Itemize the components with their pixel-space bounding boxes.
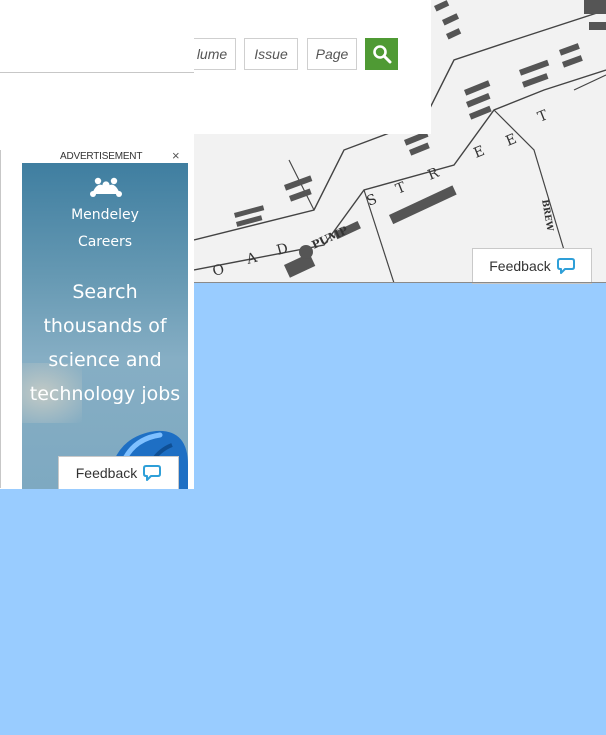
mendeley-logo-icon (90, 177, 122, 197)
volume-input[interactable]: lume (188, 38, 236, 70)
map-label-d: D (275, 241, 290, 259)
divider (194, 282, 606, 283)
map-label-brewery: BREW (539, 199, 555, 233)
divider (0, 72, 194, 73)
speech-bubble-icon (143, 465, 162, 481)
feedback-button[interactable]: Feedback (472, 248, 592, 284)
map-label-e2: E (504, 131, 519, 150)
close-ad-button[interactable]: × (172, 148, 180, 163)
search-icon (372, 45, 391, 64)
ad-headline-line: thousands of (43, 315, 167, 337)
speech-bubble-icon (556, 258, 575, 274)
map-label-e1: E (472, 143, 487, 162)
map-label-t2: T (536, 107, 551, 126)
search-bar: lume Issue Page (188, 0, 431, 134)
divider-vertical (0, 150, 1, 488)
map-label-a: A (244, 250, 260, 269)
advertisement-label: ADVERTISEMENT (60, 151, 143, 162)
ad-headline-line: Search (72, 281, 138, 303)
ad-headline-line: technology jobs (29, 383, 181, 405)
map-label-r: R (426, 165, 442, 184)
ad-brand-subtitle: Careers (77, 234, 133, 250)
page-input[interactable]: Page (307, 38, 357, 70)
ad-headline-line: science and (48, 349, 162, 371)
feedback-label: Feedback (489, 258, 551, 274)
ad-headline: Search thousands of science and technolo… (22, 275, 188, 411)
feedback-label: Feedback (75, 465, 138, 481)
left-panel: ADVERTISEMENT × Mendeley Careers Search … (0, 0, 194, 489)
map-label-pump: PUMP (310, 224, 350, 252)
feedback-button[interactable]: Feedback (58, 456, 179, 489)
advertisement-banner[interactable]: Mendeley Careers Search thousands of sci… (22, 163, 188, 489)
issue-input[interactable]: Issue (244, 38, 298, 70)
map-label-t1: T (394, 179, 409, 198)
map-label-s: S (365, 191, 380, 209)
search-button[interactable] (365, 38, 398, 70)
ad-brand-name: Mendeley (71, 207, 139, 223)
